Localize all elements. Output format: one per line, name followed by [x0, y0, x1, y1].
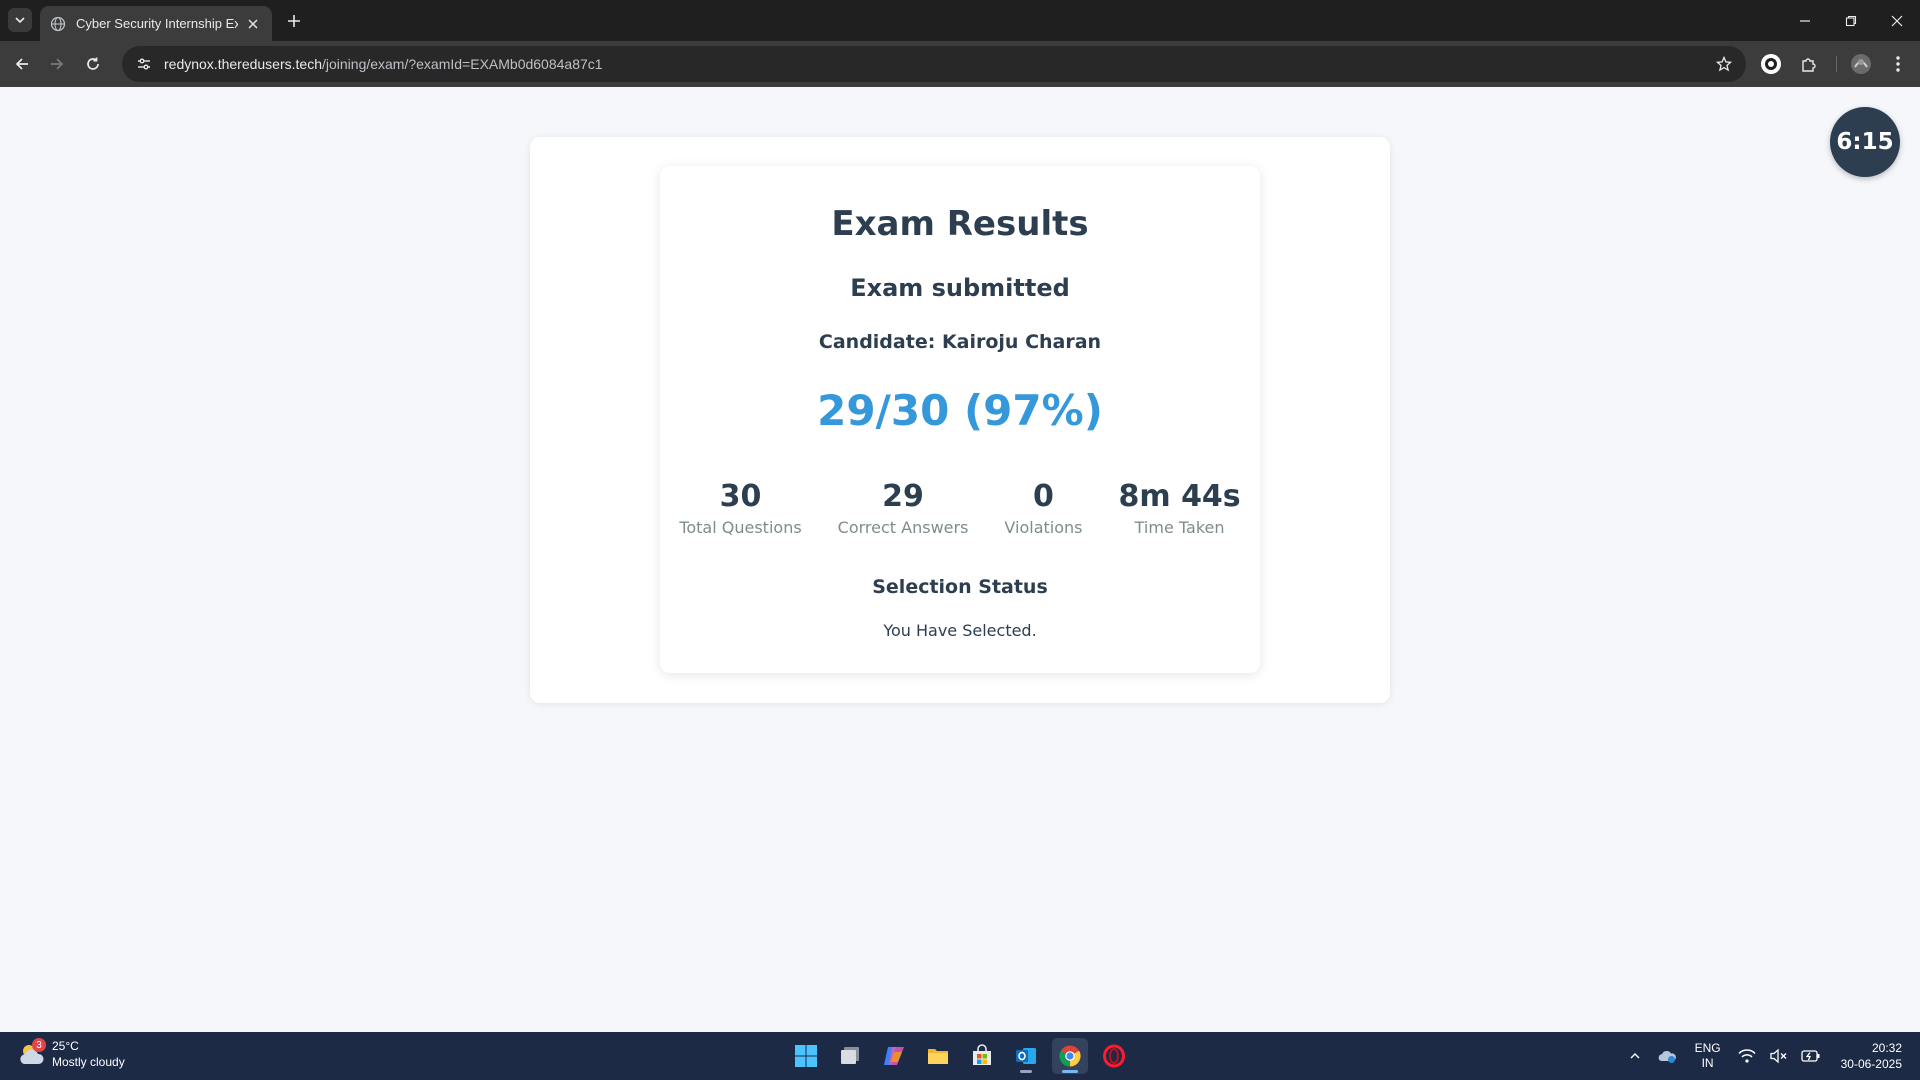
start-button[interactable] [788, 1038, 824, 1074]
stat-value: 8m 44s [1118, 479, 1241, 514]
stat-correct-answers: 29 Correct Answers [838, 478, 969, 537]
more-menu-icon[interactable] [1886, 52, 1910, 76]
tab-search-button[interactable] [8, 8, 32, 32]
candidate-label: Candidate: [818, 331, 936, 353]
close-window-button[interactable] [1874, 0, 1920, 41]
arrow-right-icon [51, 58, 64, 70]
taskbar: 3 25°C Mostly cloudy ENG IN 20:32 30-06-… [0, 1032, 1920, 1080]
outlook-button[interactable] [1008, 1038, 1044, 1074]
clock-time: 20:32 [1871, 1041, 1902, 1055]
close-icon [1891, 15, 1903, 26]
arrow-left-icon [15, 58, 28, 70]
score-display: 29/30 (97%) [817, 386, 1103, 435]
store-bag-icon [973, 1044, 991, 1065]
region-code: IN [1701, 1056, 1714, 1070]
countdown-timer: 6:15 [1830, 107, 1900, 177]
selection-status-heading: Selection Status [872, 576, 1048, 598]
outlook-icon [1016, 1048, 1036, 1064]
selection-status-text: You Have Selected. [883, 621, 1037, 640]
extensions-puzzle-icon[interactable] [1797, 52, 1821, 76]
chrome-button[interactable] [1052, 1038, 1088, 1074]
plus-icon [288, 15, 300, 27]
site-info-icon[interactable] [134, 54, 154, 74]
store-button[interactable] [964, 1038, 1000, 1074]
system-tray: ENG IN 20:32 30-06-2025 [1623, 1032, 1920, 1080]
weather-widget[interactable]: 3 25°C Mostly cloudy [16, 1038, 125, 1070]
stat-value: 29 [882, 479, 924, 514]
stat-label: Total Questions [679, 518, 802, 537]
back-button[interactable] [10, 52, 34, 76]
minimize-icon [1800, 19, 1810, 22]
bookmark-star-icon[interactable] [1714, 54, 1734, 74]
browser-tab[interactable]: Cyber Security Internship Exam [40, 6, 272, 41]
stat-label: Correct Answers [837, 518, 969, 537]
copilot-icon [884, 1047, 904, 1065]
stat-value: 30 [719, 479, 762, 514]
url-text: redynox.theredusers.tech/joining/exam/?e… [164, 56, 603, 72]
task-view-button[interactable] [832, 1038, 868, 1074]
restore-icon [1845, 15, 1857, 26]
windows-logo-icon [795, 1045, 817, 1067]
show-hidden-icons-button[interactable] [1623, 1044, 1647, 1068]
stat-violations: 0 Violations [1004, 478, 1082, 537]
folder-icon [928, 1049, 948, 1064]
browser-toolbar: redynox.theredusers.tech/joining/exam/?e… [0, 41, 1920, 87]
chrome-icon [1059, 1045, 1081, 1067]
copilot-button[interactable] [876, 1038, 912, 1074]
minimize-button[interactable] [1782, 0, 1828, 41]
chevron-up-icon [1630, 1053, 1640, 1059]
onedrive-icon[interactable] [1655, 1044, 1679, 1068]
profile-extension-icon[interactable] [1759, 52, 1783, 76]
reload-icon [87, 57, 99, 70]
speaker-muted-icon[interactable] [1767, 1044, 1791, 1068]
submission-status: Exam submitted [850, 274, 1070, 302]
chevron-down-icon [15, 17, 25, 24]
new-tab-button[interactable] [282, 9, 306, 33]
opera-button[interactable] [1096, 1038, 1132, 1074]
taskbar-apps [788, 1038, 1132, 1074]
weather-badge: 3 [32, 1038, 46, 1052]
active-indicator [1062, 1070, 1078, 1073]
opera-icon [1103, 1044, 1125, 1068]
account-avatar[interactable] [1849, 52, 1873, 76]
task-view-icon [841, 1047, 859, 1064]
candidate-name: Kairoju Charan [941, 331, 1102, 353]
stat-time-taken: 8m 44s Time Taken [1118, 478, 1240, 537]
results-card: Exam Results Exam submitted Candidate: K… [660, 166, 1260, 673]
clock-date: 30-06-2025 [1840, 1057, 1902, 1071]
candidate-line: Candidate: Kairoju Charan [660, 331, 1260, 353]
wifi-icon[interactable] [1735, 1044, 1759, 1068]
address-bar[interactable]: redynox.theredusers.tech/joining/exam/?e… [122, 46, 1746, 82]
url-host: redynox.theredusers.tech [164, 56, 322, 72]
weather-condition: Mostly cloudy [52, 1055, 125, 1069]
stat-value: 0 [1033, 479, 1054, 514]
running-indicator [1020, 1070, 1032, 1073]
restore-button[interactable] [1828, 0, 1874, 41]
language-code: ENG [1694, 1041, 1721, 1055]
page-title: Exam Results [831, 204, 1089, 244]
forward-button[interactable] [45, 52, 69, 76]
battery-icon[interactable] [1799, 1044, 1823, 1068]
cloud-icon: 3 [16, 1038, 48, 1070]
stat-label: Time Taken [1134, 518, 1225, 537]
reload-button[interactable] [81, 52, 105, 76]
language-indicator[interactable]: ENG IN [1695, 1041, 1721, 1071]
tab-title: Cyber Security Internship Exam [76, 16, 238, 31]
stats-row: 30 Total Questions 29 Correct Answers 0 … [660, 478, 1260, 537]
url-path: /joining/exam/?examId=EXAMb0d6084a87c1 [321, 56, 603, 72]
globe-icon [50, 16, 66, 32]
stat-total-questions: 30 Total Questions [679, 478, 801, 537]
toolbar-divider [1836, 56, 1837, 72]
browser-tabstrip: Cyber Security Internship Exam [0, 0, 1920, 41]
stat-label: Violations [1004, 518, 1083, 537]
tab-close-icon[interactable] [244, 15, 262, 33]
weather-temperature: 25°C [52, 1039, 79, 1053]
system-clock[interactable]: 20:32 30-06-2025 [1841, 1040, 1902, 1072]
file-explorer-button[interactable] [920, 1038, 956, 1074]
